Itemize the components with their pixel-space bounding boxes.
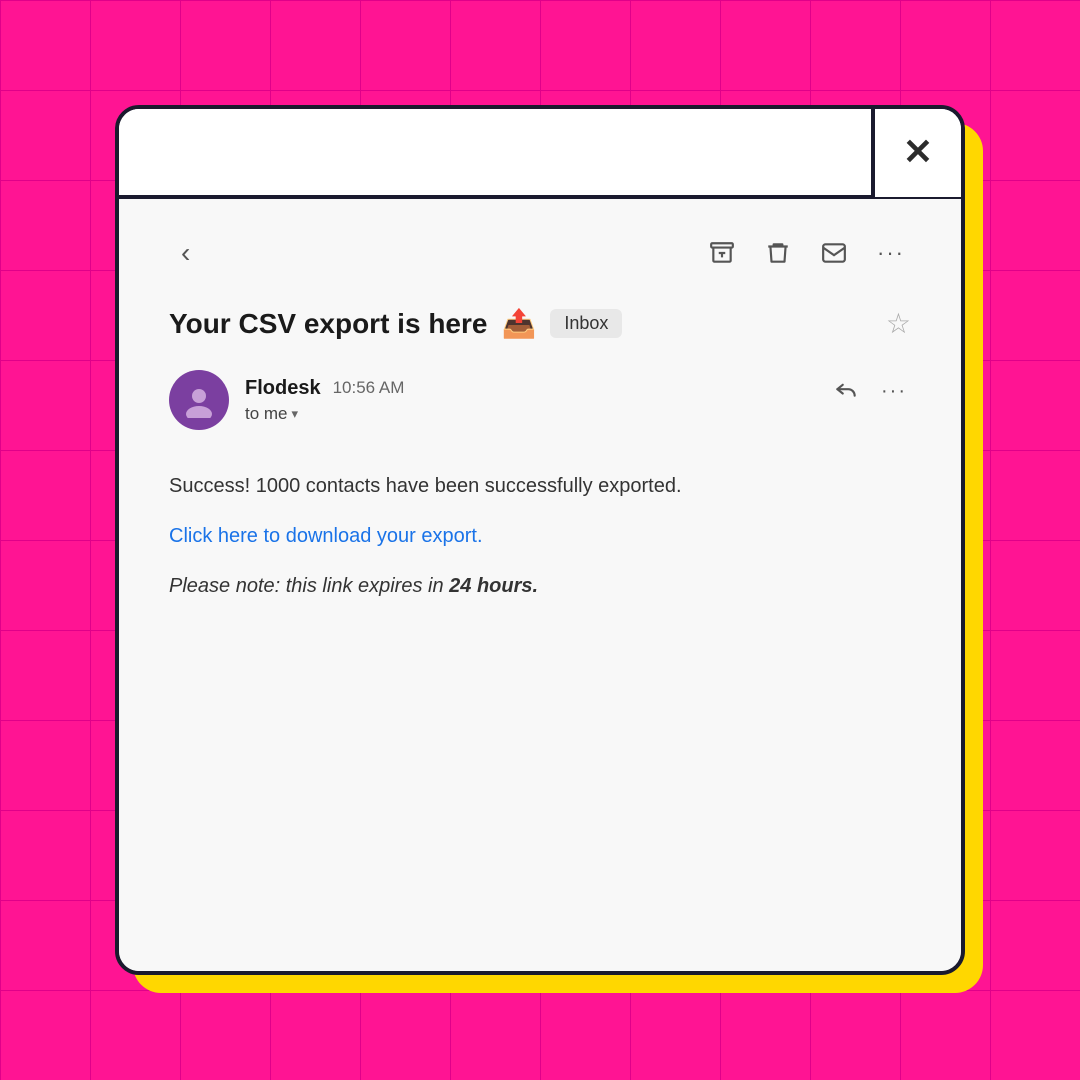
email-note: Please note: this link expires in 24 hou… <box>169 570 911 602</box>
sender-actions: ··· <box>829 370 911 410</box>
email-more-button[interactable]: ··· <box>877 373 911 407</box>
avatar-icon <box>181 382 217 418</box>
mail-button[interactable] <box>815 234 853 272</box>
email-body-text: Success! 1000 contacts have been success… <box>169 470 911 502</box>
avatar <box>169 370 229 430</box>
email-window: ✕ ‹ <box>115 105 965 975</box>
more-options-button[interactable]: ··· <box>871 234 911 272</box>
trash-icon <box>765 240 791 266</box>
close-button[interactable]: ✕ <box>871 107 961 197</box>
subject-left: Your CSV export is here 📤 Inbox <box>169 307 622 340</box>
address-bar-input[interactable] <box>119 109 871 195</box>
star-icon: ☆ <box>886 308 911 339</box>
email-content-area: ‹ <box>119 199 961 971</box>
subject-emoji: 📤 <box>501 307 536 340</box>
reply-icon <box>833 374 859 400</box>
star-button[interactable]: ☆ <box>886 307 911 340</box>
more-icon: ··· <box>877 240 905 266</box>
inbox-badge: Inbox <box>550 309 622 338</box>
sender-left: Flodesk 10:56 AM to me ▾ <box>169 370 404 430</box>
window-container: ✕ ‹ <box>115 105 965 975</box>
email-download-link-para: Click here to download your export. <box>169 520 911 552</box>
to-me-label: to me <box>245 404 288 424</box>
sender-name-time: Flodesk 10:56 AM <box>245 377 404 400</box>
sender-name: Flodesk <box>245 377 321 400</box>
chevron-down-icon: ▾ <box>292 406 299 422</box>
sender-info: Flodesk 10:56 AM to me ▾ <box>245 377 404 424</box>
email-body: Success! 1000 contacts have been success… <box>169 470 911 602</box>
archive-button[interactable] <box>703 234 741 272</box>
to-me-row[interactable]: to me ▾ <box>245 404 404 424</box>
email-toolbar: ‹ <box>169 229 911 277</box>
mail-icon <box>821 240 847 266</box>
subject-text: Your CSV export is here <box>169 308 487 340</box>
reply-button[interactable] <box>829 370 863 410</box>
title-bar: ✕ <box>119 109 961 199</box>
note-text: Please note: this link expires in <box>169 575 449 597</box>
note-bold: 24 hours. <box>449 575 538 597</box>
back-icon: ‹ <box>181 237 190 268</box>
archive-icon <box>709 240 735 266</box>
email-more-icon: ··· <box>881 380 907 402</box>
toolbar-actions: ··· <box>703 234 911 272</box>
sender-row: Flodesk 10:56 AM to me ▾ <box>169 370 911 430</box>
download-link[interactable]: Click here to download your export. <box>169 525 483 547</box>
subject-row: Your CSV export is here 📤 Inbox ☆ <box>169 307 911 340</box>
delete-button[interactable] <box>759 234 797 272</box>
close-icon: ✕ <box>903 131 933 173</box>
sender-time: 10:56 AM <box>333 378 405 398</box>
back-button[interactable]: ‹ <box>169 229 202 277</box>
